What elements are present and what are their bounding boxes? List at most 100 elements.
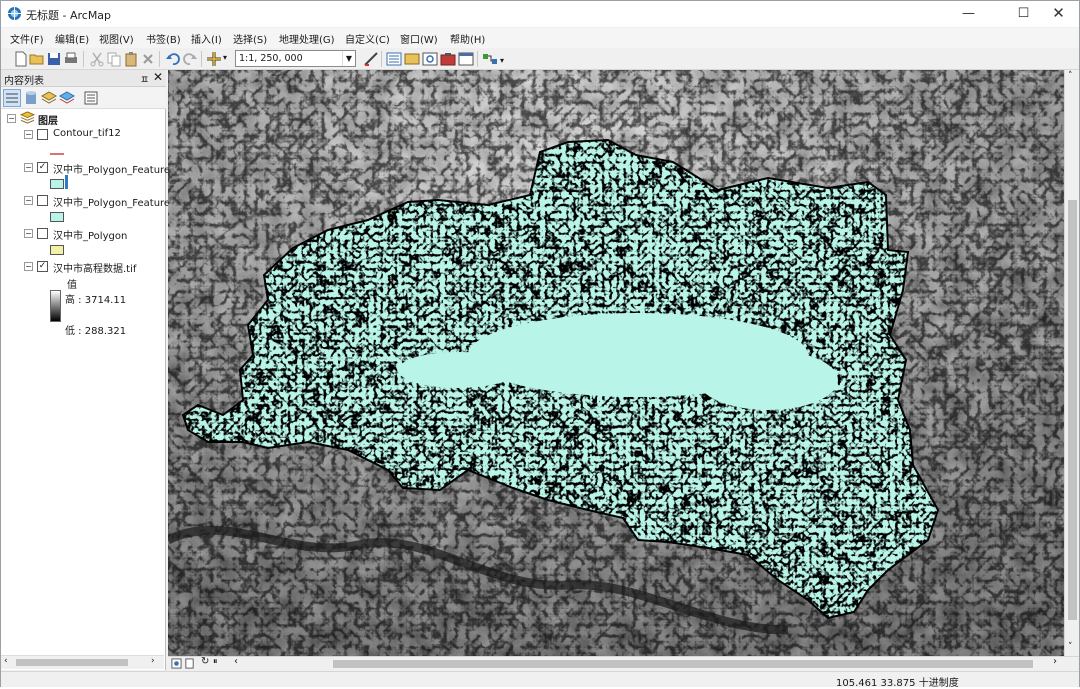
layer-name: 汉中市_Polygon_Feature	[53, 198, 171, 209]
list-by-drawing-order-icon[interactable]	[3, 89, 21, 107]
menu-file[interactable]: 文件(F)	[10, 31, 44, 46]
list-by-visibility-icon[interactable]	[41, 90, 57, 106]
toolbar-separator	[159, 51, 160, 67]
collapse-icon[interactable]: −	[24, 229, 33, 238]
map-canvas[interactable]	[168, 70, 1064, 656]
menu-geoprocessing[interactable]: 地理处理(G)	[279, 31, 335, 46]
raster-legend-low: 低 : 288.321	[65, 326, 127, 337]
layers-stack-icon	[20, 111, 35, 124]
map-scale-combobox[interactable]: 1:1, 250, 000 ▼	[235, 50, 356, 67]
scroll-down-icon[interactable]: ˅	[1068, 642, 1073, 652]
catalog-icon[interactable]	[404, 51, 420, 67]
fill-symbol-swatch[interactable]	[50, 245, 64, 255]
add-data-dropdown-icon[interactable]: ▾	[223, 53, 227, 62]
list-by-selection-icon[interactable]	[59, 90, 75, 106]
scroll-right-icon[interactable]: ›	[151, 656, 155, 666]
toc-toolbar	[1, 87, 166, 109]
search-window-icon[interactable]	[422, 51, 438, 67]
layers-root-label: 图层	[38, 116, 58, 127]
scroll-left-icon[interactable]: ‹	[4, 656, 8, 666]
table-of-contents-icon[interactable]	[386, 51, 402, 67]
raster-legend-heading: 值	[67, 280, 77, 291]
toolbar-separator	[381, 51, 382, 67]
layer-name: Contour_tif12	[53, 128, 121, 139]
collapse-icon[interactable]: −	[24, 262, 33, 271]
window-title: 无标题 - ArcMap	[26, 9, 112, 22]
collapse-icon[interactable]: −	[24, 163, 33, 172]
print-icon[interactable]	[63, 51, 79, 67]
standard-toolbar: ▾ 1:1, 250, 000 ▼ ▾	[1, 48, 1079, 70]
menu-select[interactable]: 选择(S)	[233, 31, 267, 46]
scroll-up-icon[interactable]: ˄	[1068, 71, 1073, 81]
fill-symbol-swatch[interactable]	[50, 179, 64, 189]
fill-symbol-swatch[interactable]	[50, 212, 64, 222]
scroll-right-icon[interactable]: ›	[1053, 656, 1057, 667]
line-symbol[interactable]	[50, 153, 64, 155]
arctoolbox-icon[interactable]	[440, 51, 456, 67]
status-bar: 105.461 33.875 十进制度	[1, 671, 1079, 689]
scroll-thumb[interactable]	[333, 660, 1033, 668]
menu-customize[interactable]: 自定义(C)	[345, 31, 390, 46]
toc-title: 内容列表	[4, 76, 44, 87]
chevron-down-icon[interactable]: ▼	[342, 51, 355, 66]
menu-insert[interactable]: 插入(I)	[191, 31, 222, 46]
layout-view-icon[interactable]	[184, 658, 195, 669]
collapse-icon[interactable]: −	[24, 196, 33, 205]
pause-drawing-icon[interactable]: ⏸	[213, 657, 218, 667]
toolbar-separator	[83, 51, 84, 67]
map-vertical-scrollbar[interactable]: ˄ ˅	[1064, 70, 1079, 656]
minimize-button[interactable]: —	[946, 1, 991, 27]
elevation-color-ramp[interactable]	[50, 290, 61, 322]
menu-help[interactable]: 帮助(H)	[450, 31, 485, 46]
close-button[interactable]: ✕	[1036, 1, 1080, 27]
layer-name: 汉中市_Polygon_Feature	[53, 165, 171, 176]
toolbar-separator	[201, 51, 202, 67]
menu-view[interactable]: 视图(V)	[99, 31, 134, 46]
data-view-icon[interactable]	[171, 658, 182, 669]
layer-visibility-checkbox[interactable]: ✓	[37, 162, 48, 173]
toc-options-icon[interactable]	[83, 90, 99, 106]
cut-icon[interactable]	[89, 51, 105, 67]
layer-visibility-checkbox[interactable]	[37, 195, 48, 206]
menu-edit[interactable]: 编辑(E)	[55, 31, 89, 46]
paste-icon[interactable]	[123, 51, 139, 67]
layer-visibility-checkbox[interactable]: ✓	[37, 261, 48, 272]
map-bottom-bar: ↻ ⏸ ‹ ›	[168, 656, 1079, 670]
new-document-icon[interactable]	[13, 51, 29, 67]
basin-west-lobe	[398, 352, 518, 388]
menu-bar: 文件(F) 编辑(E) 视图(V) 书签(B) 插入(I) 选择(S) 地理处理…	[1, 28, 1079, 48]
copy-icon[interactable]	[106, 51, 122, 67]
basin-east-lobe	[698, 350, 838, 410]
scroll-left-icon[interactable]: ‹	[234, 656, 238, 667]
pin-icon[interactable]: ㅍ	[140, 71, 149, 86]
menu-window[interactable]: 窗口(W)	[400, 31, 438, 46]
refresh-icon[interactable]: ↻	[201, 656, 209, 667]
layer-tree: − 图层 − Contour_tif12 − ✓ 汉中市_Polygon_Fea…	[1, 110, 170, 655]
menu-bookmarks[interactable]: 书签(B)	[146, 31, 181, 46]
toc-close-icon[interactable]: ✕	[153, 70, 163, 84]
add-data-icon[interactable]	[206, 51, 222, 67]
list-by-source-icon[interactable]	[23, 90, 39, 106]
editor-toolbar-icon[interactable]	[363, 51, 379, 67]
table-of-contents-panel: 内容列表 ㅍ ✕ − 图层 − Contour_tif12 − ✓ 汉中市_Po…	[1, 70, 170, 670]
collapse-icon[interactable]: −	[24, 130, 33, 139]
text-cursor	[65, 175, 68, 189]
scroll-thumb[interactable]	[1068, 200, 1077, 620]
collapse-icon[interactable]: −	[7, 114, 16, 123]
undo-icon[interactable]	[165, 51, 181, 67]
layer-visibility-checkbox[interactable]	[37, 129, 48, 140]
open-folder-icon[interactable]	[29, 51, 45, 67]
python-window-icon[interactable]	[458, 51, 474, 67]
arcmap-window: 无标题 - ArcMap — ☐ ✕ 文件(F) 编辑(E) 视图(V) 书签(…	[0, 0, 1080, 689]
scroll-thumb[interactable]	[16, 659, 128, 666]
delete-icon[interactable]	[140, 51, 156, 67]
redo-icon[interactable]	[182, 51, 198, 67]
toolbar-overflow-icon[interactable]: ▾	[500, 56, 504, 65]
layer-name: 汉中市高程数据.tif	[53, 264, 137, 275]
save-icon[interactable]	[46, 51, 62, 67]
map-scale-value: 1:1, 250, 000	[239, 53, 303, 64]
layer-visibility-checkbox[interactable]	[37, 228, 48, 239]
modelbuilder-icon[interactable]	[482, 51, 498, 67]
map-display[interactable]	[168, 70, 1064, 656]
toc-horizontal-scrollbar[interactable]: ‹ ›	[1, 655, 164, 669]
